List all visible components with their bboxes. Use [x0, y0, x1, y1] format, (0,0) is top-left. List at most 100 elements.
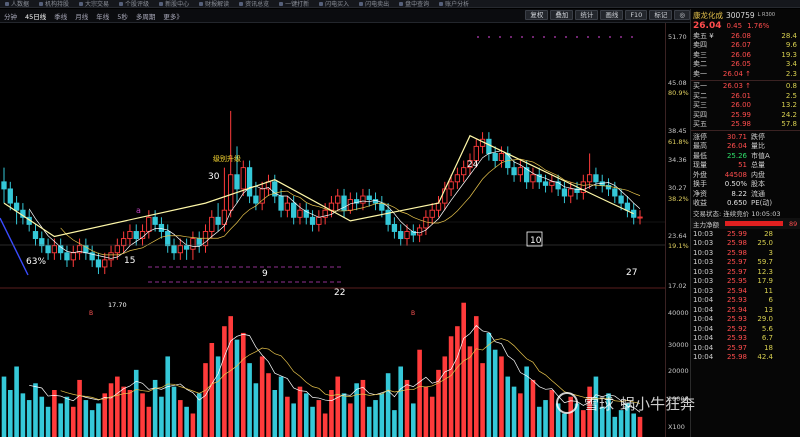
tick-row[interactable]: 10:04 25.93 6: [691, 296, 800, 306]
ask-row[interactable]: 卖四 26.07 9.6: [691, 41, 800, 51]
marker-b: B: [411, 310, 415, 317]
main-flow-row[interactable]: 主力净额 89: [691, 218, 800, 229]
candle-body: [316, 216, 322, 225]
tick-row[interactable]: 10:03 25.94 11: [691, 286, 800, 296]
price-change-pct: 1.76%: [747, 22, 770, 30]
price-axis-label: 45.08: [668, 79, 687, 87]
timeframe-tab[interactable]: 年线: [92, 11, 113, 21]
price-axis-label: 51.70: [668, 33, 687, 41]
chart-toolbar: 分钟 45日线 季线 月线 年线 5秒 多周期 更多》 复权 叠加 统计 画线 F10 标记 ◎: [0, 9, 690, 23]
menu-item-icon: [439, 1, 444, 6]
timeframe-tab[interactable]: 45日线: [21, 11, 50, 21]
chart-control-button[interactable]: F10: [625, 10, 648, 20]
topbar-item[interactable]: 财报解读: [194, 0, 234, 7]
candle-body: [492, 153, 498, 162]
top-dot: [499, 36, 501, 38]
candle-body: [586, 174, 593, 183]
timeframe-tab[interactable]: 5秒: [113, 11, 132, 21]
candle-body: [133, 231, 139, 240]
tick-row[interactable]: 10:03 25.98 3: [691, 248, 800, 258]
candle-body: [165, 231, 171, 247]
volume-bar: [448, 336, 454, 437]
timeframe-tab[interactable]: 月线: [71, 11, 92, 21]
volume-bar: [303, 393, 309, 437]
tick-row[interactable]: 10:04 25.98 42.4: [691, 353, 800, 363]
low-price-label: 17.70: [108, 301, 127, 309]
bid-row[interactable]: 买一 26.03 ↑ 0.8: [691, 82, 800, 92]
volume-bar: [442, 356, 448, 437]
volume-bar: [108, 383, 114, 437]
topbar-item-label: 人数据: [11, 1, 30, 8]
volume-bar: [612, 416, 618, 437]
topbar-item[interactable]: 闪电卖出: [354, 0, 394, 7]
candle-body: [631, 209, 637, 218]
tick-row[interactable]: 10:04 25.97 18: [691, 343, 800, 353]
topbar-item[interactable]: 人数据: [0, 0, 34, 8]
topbar-item[interactable]: 一键打新: [274, 0, 314, 7]
ask-row[interactable]: 卖一 26.04 ↑ 2.3: [691, 69, 800, 79]
price-axis-label: 80.9%: [668, 89, 689, 97]
chart-control-button[interactable]: 统计: [575, 10, 599, 20]
tick-row[interactable]: 10:04 25.93 29.0: [691, 315, 800, 325]
timeframe-tab[interactable]: 季线: [50, 11, 71, 21]
tick-volume: 6.7: [761, 334, 773, 343]
topbar-item[interactable]: 新股中心: [154, 0, 194, 7]
topbar-item[interactable]: 大宗交易: [74, 0, 114, 7]
tick-row[interactable]: 10:04 25.94 13: [691, 305, 800, 315]
top-dot: [598, 36, 600, 38]
bid-row[interactable]: 买三 26.00 13.2: [691, 101, 800, 111]
tick-row[interactable]: 10:03 25.98 25.0: [691, 239, 800, 249]
topbar-item[interactable]: 机构持股: [34, 0, 74, 7]
topbar-item[interactable]: 个股评级: [114, 0, 154, 7]
volume-bar: [228, 316, 233, 437]
tick-row[interactable]: 10:03 25.95 17.9: [691, 277, 800, 287]
bid-row[interactable]: 买五 25.98 57.8: [691, 120, 800, 130]
ask-row[interactable]: 卖五 ¥ 26.08 28.4: [691, 31, 800, 41]
order-volume: 2.3: [785, 69, 797, 78]
chart-control-button[interactable]: 复权: [525, 10, 549, 20]
order-price: 26.04 ↑: [722, 69, 751, 78]
bid-row[interactable]: 买四 25.99 24.2: [691, 110, 800, 120]
chart-control-button[interactable]: 标记: [649, 10, 673, 20]
candle-body: [1, 181, 7, 190]
tick-row[interactable]: 10:03 25.99 28: [691, 229, 800, 239]
stat-cell: 最低: [693, 151, 707, 160]
candle-body: [102, 259, 108, 268]
menu-item-icon: [79, 1, 84, 6]
topbar-item[interactable]: 账户分析: [434, 0, 474, 7]
topbar-item[interactable]: 闪电买入: [314, 0, 354, 7]
tick-row[interactable]: 10:03 25.97 12.3: [691, 267, 800, 277]
trade-status: 交易状态: 连续竞价 10:05:03: [693, 210, 781, 218]
tick-row[interactable]: 10:04 25.93 6.7: [691, 334, 800, 344]
volume-bar: [39, 396, 45, 437]
order-price: 26.01: [730, 91, 751, 100]
top-dot: [532, 36, 534, 38]
volume-bar: [184, 406, 189, 437]
tick-row[interactable]: 10:03 25.97 59.7: [691, 258, 800, 268]
chart-control-button[interactable]: 叠加: [550, 10, 574, 20]
volume-bar: [77, 379, 82, 437]
tick-list[interactable]: 10:03 25.99 28 10:03 25.98 25.0 10:03 25.98 3 10:…: [691, 229, 800, 362]
price-axis-label: 20000: [668, 367, 689, 375]
topbar-item[interactable]: 盘中查询: [394, 0, 434, 7]
ask-row[interactable]: 卖二 26.05 3.4: [691, 60, 800, 70]
candle-body: [593, 174, 599, 183]
bid-row[interactable]: 买二 26.01 2.5: [691, 91, 800, 101]
candle-body: [152, 216, 158, 225]
candle-body: [278, 195, 284, 211]
timeframe-tab[interactable]: 更多》: [159, 11, 187, 21]
stat-cell: 内盘: [751, 170, 765, 179]
volume-bar: [133, 369, 139, 437]
topbar-item[interactable]: 资讯总览: [234, 0, 274, 7]
kline-chart[interactable]: 63% 15 30 9 22 24 10 27 级别升级 17.70 a B B: [0, 23, 665, 437]
stock-name[interactable]: 康龙化成: [693, 10, 723, 21]
top-dot: [620, 36, 622, 38]
chart-control-button[interactable]: 画线: [600, 10, 624, 20]
tick-row[interactable]: 10:04 25.92 5.6: [691, 324, 800, 334]
kline-svg[interactable]: 63% 15 30 9 22 24 10 27 级别升级 17.70 a B B: [0, 23, 665, 437]
timeframe-tab[interactable]: 多周期: [132, 11, 160, 21]
timeframe-tab[interactable]: 分钟: [0, 11, 21, 21]
order-price: 26.07: [730, 41, 751, 50]
ask-row[interactable]: 卖三 26.06 19.3: [691, 50, 800, 60]
chart-control-button[interactable]: ◎: [674, 10, 690, 20]
